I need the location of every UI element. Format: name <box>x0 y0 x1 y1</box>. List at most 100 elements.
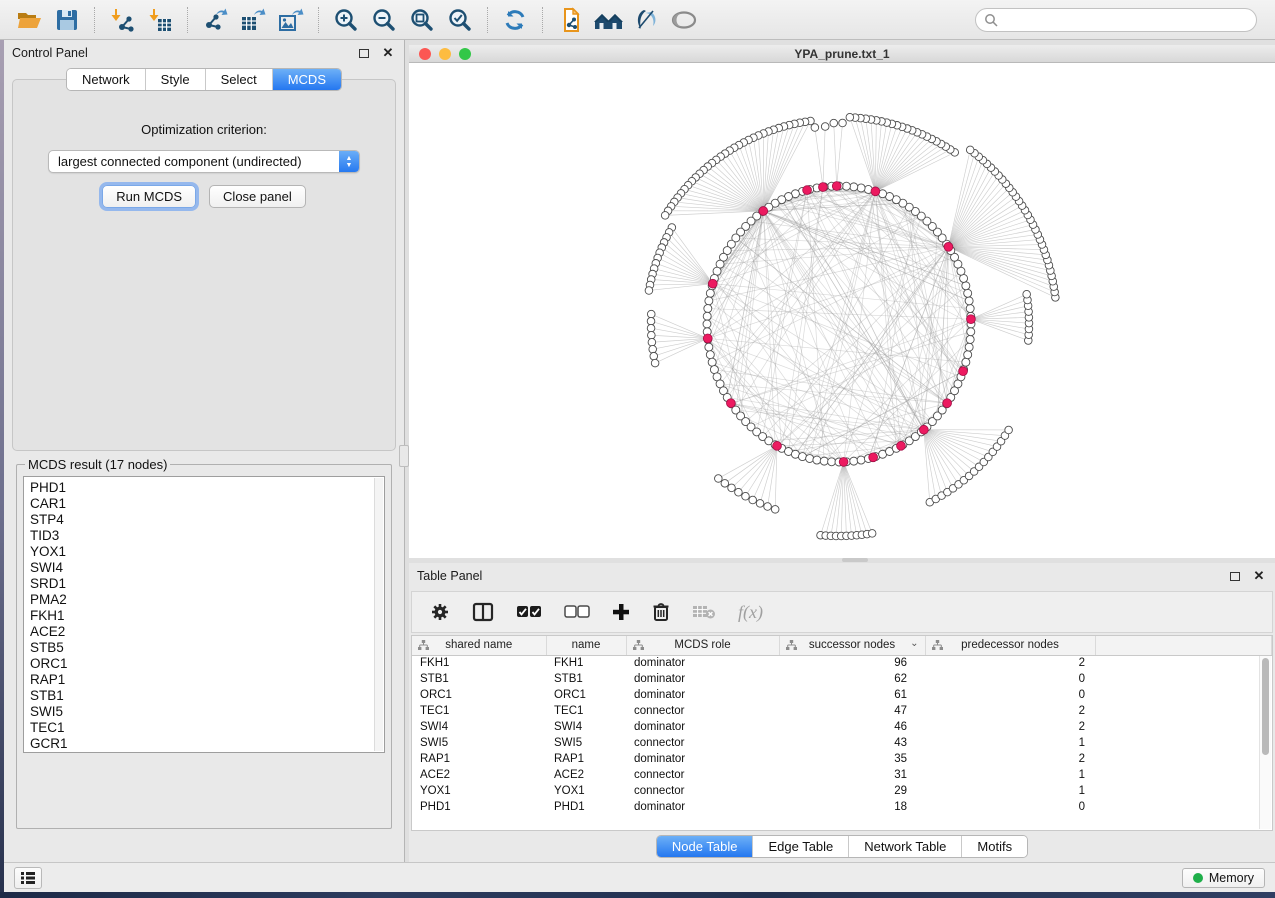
column-header-MCDS-role[interactable]: MCDS role <box>626 636 779 655</box>
tab-style[interactable]: Style <box>146 69 206 90</box>
zoom-in-button[interactable] <box>327 3 365 37</box>
float-table-panel-button[interactable] <box>1227 568 1243 584</box>
table-tab-motifs[interactable]: Motifs <box>962 836 1027 857</box>
table-row[interactable]: SWI5SWI5connector431 <box>412 735 1272 751</box>
table-tab-node-table[interactable]: Node Table <box>657 836 754 857</box>
task-history-button[interactable] <box>14 867 42 889</box>
open-file-button[interactable] <box>10 3 48 37</box>
table-cell: TEC1 <box>412 703 546 719</box>
table-row[interactable]: RAP1RAP1dominator352 <box>412 751 1272 767</box>
column-header-predecessor-nodes[interactable]: predecessor nodes <box>925 636 1095 655</box>
float-icon <box>359 49 369 58</box>
toolbar-separator <box>94 7 95 33</box>
show-hide-button[interactable] <box>665 3 703 37</box>
close-table-panel-button[interactable]: ✕ <box>1251 568 1267 584</box>
float-panel-button[interactable] <box>356 45 372 61</box>
mcds-result-item[interactable]: GCR1 <box>30 736 384 752</box>
tab-network[interactable]: Network <box>67 69 146 90</box>
tab-select[interactable]: Select <box>206 69 273 90</box>
mcds-result-item[interactable]: STP4 <box>30 512 384 528</box>
import-table-button[interactable] <box>141 3 179 37</box>
table-row[interactable]: TEC1TEC1connector472 <box>412 703 1272 719</box>
select-all-checkboxes-icon <box>516 605 542 619</box>
mcds-result-item[interactable]: STB1 <box>30 688 384 704</box>
memory-button[interactable]: Memory <box>1182 868 1265 888</box>
close-mcds-panel-button[interactable]: Close panel <box>209 185 306 208</box>
mcds-result-list[interactable]: PHD1CAR1STP4TID3YOX1SWI4SRD1PMA2FKH1ACE2… <box>23 476 385 753</box>
table-row[interactable]: ORC1ORC1dominator610 <box>412 687 1272 703</box>
mcds-result-item[interactable]: STB5 <box>30 640 384 656</box>
table-cell: STB1 <box>412 671 546 687</box>
table-cell: dominator <box>626 799 779 815</box>
mcds-result-item[interactable]: PHD1 <box>30 480 384 496</box>
show-hide-eye-icon <box>669 8 699 32</box>
mcds-list-scrollbar[interactable] <box>374 478 383 751</box>
mcds-result-item[interactable]: YOX1 <box>30 544 384 560</box>
table-scrollbar-thumb[interactable] <box>1262 658 1269 755</box>
mcds-result-item[interactable]: SWI5 <box>30 704 384 720</box>
import-network-button[interactable] <box>103 3 141 37</box>
home-button[interactable] <box>589 3 627 37</box>
delete-table-button[interactable] <box>692 604 716 620</box>
table-cell: dominator <box>626 719 779 735</box>
table-row[interactable]: ACE2ACE2connector311 <box>412 767 1272 783</box>
delete-column-button[interactable] <box>652 602 670 622</box>
column-header-shared-name[interactable]: shared name <box>412 636 546 655</box>
table-row[interactable]: YOX1YOX1connector291 <box>412 783 1272 799</box>
column-header-successor-nodes[interactable]: successor nodes⌄ <box>779 636 925 655</box>
zoom-fit-button[interactable] <box>403 3 441 37</box>
table-scrollbar[interactable] <box>1259 656 1271 829</box>
zoom-selected-button[interactable] <box>441 3 479 37</box>
optimization-select[interactable]: largest connected component (undirected)… <box>48 150 360 173</box>
select-all-button[interactable] <box>516 605 542 619</box>
mcds-result-item[interactable]: ORC1 <box>30 656 384 672</box>
mcds-result-item[interactable]: RAP1 <box>30 672 384 688</box>
apply-layout-button[interactable] <box>496 3 534 37</box>
table-cell: 2 <box>925 703 1095 719</box>
tab-mcds[interactable]: MCDS <box>273 69 341 90</box>
network-document-button[interactable] <box>551 3 589 37</box>
export-image-button[interactable] <box>272 3 310 37</box>
table-cell: RAP1 <box>546 751 626 767</box>
table-row[interactable]: FKH1FKH1dominator962 <box>412 655 1272 671</box>
settings-gear-button[interactable] <box>430 602 450 622</box>
mcds-result-item[interactable]: FKH1 <box>30 608 384 624</box>
table-row[interactable]: STB1STB1dominator620 <box>412 671 1272 687</box>
mcds-result-item[interactable]: CAR1 <box>30 496 384 512</box>
network-canvas[interactable] <box>409 63 1275 558</box>
search-box[interactable] <box>975 8 1257 32</box>
unselect-all-button[interactable] <box>564 605 590 619</box>
node-table: shared namenameMCDS rolesuccessor nodes⌄… <box>412 636 1272 815</box>
export-network-button[interactable] <box>196 3 234 37</box>
network-graph[interactable] <box>409 63 1275 558</box>
splitter-grip[interactable] <box>399 445 409 467</box>
horizontal-splitter[interactable] <box>409 558 1275 563</box>
table-tab-edge-table[interactable]: Edge Table <box>753 836 849 857</box>
column-header-name[interactable]: name <box>546 636 626 655</box>
table-tab-network-table[interactable]: Network Table <box>849 836 962 857</box>
add-column-button[interactable] <box>612 603 630 621</box>
table-cell: connector <box>626 783 779 799</box>
table-cell: 47 <box>779 703 925 719</box>
mcds-result-item[interactable]: SRD1 <box>30 576 384 592</box>
table-row[interactable]: PHD1PHD1dominator180 <box>412 799 1272 815</box>
close-panel-button[interactable]: ✕ <box>380 45 396 61</box>
vizmapper-eye-button[interactable] <box>627 3 665 37</box>
search-input[interactable] <box>998 13 1248 27</box>
column-layout-button[interactable] <box>472 602 494 622</box>
close-icon: ✕ <box>1254 568 1265 584</box>
unselect-all-checkboxes-icon <box>564 605 590 619</box>
function-builder-button[interactable]: f(x) <box>738 602 763 623</box>
export-table-button[interactable] <box>234 3 272 37</box>
mcds-result-item[interactable]: PMA2 <box>30 592 384 608</box>
mcds-result-item[interactable]: TEC1 <box>30 720 384 736</box>
run-mcds-button[interactable]: Run MCDS <box>102 185 196 208</box>
mcds-result-item[interactable]: TID3 <box>30 528 384 544</box>
table-row[interactable]: SWI4SWI4dominator462 <box>412 719 1272 735</box>
splitter-grip[interactable] <box>842 558 868 562</box>
mcds-result-item[interactable]: SWI4 <box>30 560 384 576</box>
mcds-result-item[interactable]: ACE2 <box>30 624 384 640</box>
apply-layout-icon <box>502 7 528 33</box>
zoom-out-button[interactable] <box>365 3 403 37</box>
save-session-button[interactable] <box>48 3 86 37</box>
